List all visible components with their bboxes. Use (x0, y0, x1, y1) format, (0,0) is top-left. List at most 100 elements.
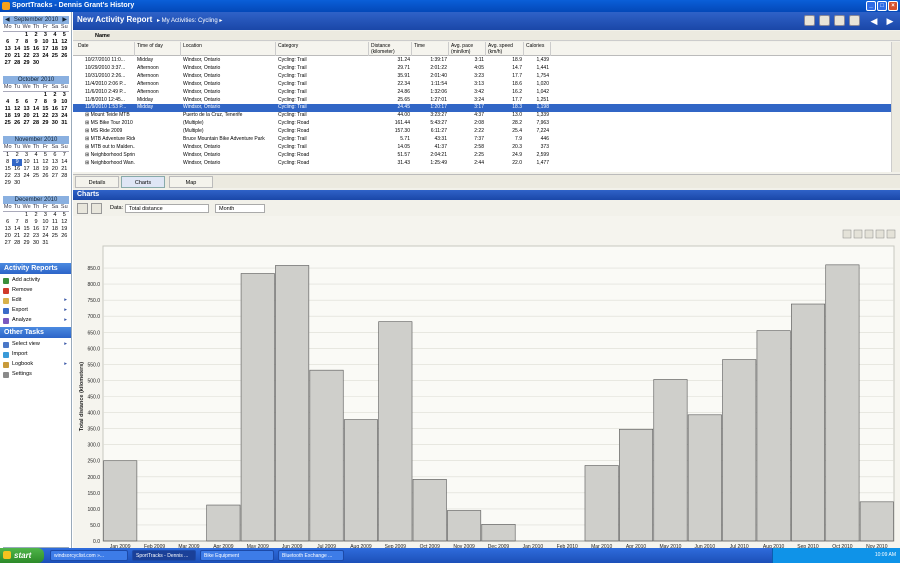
calendar-day[interactable]: 20 (22, 113, 31, 120)
calendar-day[interactable]: 4 (50, 32, 59, 39)
calendar-day[interactable]: 16 (12, 166, 21, 173)
other_tasks-item[interactable]: Logbook ▸ (3, 360, 69, 369)
calendar-day[interactable]: 14 (12, 226, 21, 233)
calendar-day[interactable]: 29 (22, 60, 31, 67)
calendar-day[interactable]: 21 (12, 233, 21, 240)
calendar-day[interactable]: 22 (22, 53, 31, 60)
other-tasks-header[interactable]: Other Tasks (0, 327, 71, 338)
calendar-day[interactable]: 5 (60, 32, 69, 39)
column-header[interactable]: Time of day (135, 42, 181, 56)
calendar-day[interactable]: 16 (31, 46, 40, 53)
activity_reports-item[interactable]: Remove (3, 286, 69, 295)
calendar-day[interactable]: 13 (3, 46, 12, 53)
calendar-day[interactable]: 10 (60, 99, 69, 106)
table-row[interactable]: ⊞ Neighborhood Wan... Windsor, Ontario Cyc… (73, 160, 891, 168)
next-month-arrow-icon[interactable]: ▶ (62, 16, 67, 24)
calendar-day[interactable]: 24 (22, 173, 31, 180)
calendar-day[interactable]: 28 (60, 173, 69, 180)
calendar-day[interactable]: 15 (22, 226, 31, 233)
calendar-day[interactable]: 18 (50, 46, 59, 53)
calendar-day[interactable]: 12 (60, 219, 69, 226)
calendar-day[interactable]: 2 (12, 152, 21, 159)
taskbar-task[interactable]: windsorcyclist.com »... (50, 550, 128, 561)
calendar-day[interactable]: 19 (60, 226, 69, 233)
calendar-day[interactable]: 24 (41, 233, 50, 240)
calendar-day[interactable]: 3 (60, 92, 69, 99)
calendar-day[interactable]: 19 (60, 46, 69, 53)
taskbar-task[interactable]: Bluetooth Exchange ... (278, 550, 344, 561)
table-row[interactable]: ⊞ Neighborhood Sprin... Windsor, Ontario C… (73, 152, 891, 160)
table-row[interactable]: 10/29/2010 3:37... Afternoon Windsor, Onta… (73, 65, 891, 73)
calendar-day[interactable]: 27 (50, 173, 59, 180)
table-row[interactable]: ⊞ MS Ride 2009 (Multiple) Cycling: Road 157… (73, 128, 891, 136)
back-arrow-icon[interactable]: ◀ (868, 16, 880, 26)
calendar-day[interactable]: 22 (41, 113, 50, 120)
calendar-day[interactable]: 26 (60, 233, 69, 240)
calendar-day[interactable]: 12 (41, 159, 50, 166)
calendar-day[interactable]: 21 (60, 166, 69, 173)
calendar-day[interactable]: 2 (31, 32, 40, 39)
period-select[interactable]: Month (215, 204, 265, 213)
list-name-label[interactable]: Name (95, 33, 110, 39)
calendar-day[interactable]: 28 (12, 60, 21, 67)
table-row[interactable]: ⊞ Mount Teide MTB Puerto de la Cruz, Tene… (73, 112, 891, 120)
calendar-day[interactable]: 3 (41, 212, 50, 219)
view-icon[interactable] (804, 15, 815, 26)
calendar-day[interactable]: 28 (31, 120, 40, 127)
column-header[interactable]: Avg. speed (km/h) (486, 42, 524, 56)
calendar-day[interactable]: 14 (12, 46, 21, 53)
taskbar-task[interactable]: SportTracks - Dennis ... (132, 550, 196, 561)
calendar-day[interactable]: 5 (60, 212, 69, 219)
calendar-day[interactable]: 13 (50, 159, 59, 166)
calendar-day[interactable]: 4 (50, 212, 59, 219)
calendar-day[interactable]: 27 (22, 120, 31, 127)
table-row[interactable]: ⊞ MTB Adventure Ride Bruce Mountain Bike … (73, 136, 891, 144)
calendar-day[interactable]: 29 (41, 120, 50, 127)
column-header[interactable]: Distance (kilometer) (369, 42, 412, 56)
calendar-day[interactable]: 1 (22, 212, 31, 219)
calendar-day[interactable]: 1 (3, 152, 12, 159)
calendar-day[interactable]: 10 (22, 159, 31, 166)
calendar-day[interactable]: 6 (50, 152, 59, 159)
chart-tool-icon[interactable] (886, 229, 896, 239)
calendar-day[interactable]: 8 (22, 39, 31, 46)
taskbar-task[interactable]: Bike Equipment (200, 550, 274, 561)
calendar-day[interactable]: 8 (41, 99, 50, 106)
calendar-day[interactable]: 25 (3, 120, 12, 127)
calendar-day[interactable]: 5 (12, 99, 21, 106)
calendar-day[interactable]: 3 (41, 32, 50, 39)
calendar-day[interactable]: 30 (31, 240, 40, 247)
calendar-day[interactable]: 13 (22, 106, 31, 113)
tab-charts[interactable]: Charts (121, 176, 165, 188)
calendar-day[interactable]: 11 (3, 106, 12, 113)
calendar-day[interactable]: 11 (50, 39, 59, 46)
calendar-day[interactable]: 20 (3, 233, 12, 240)
calendar-day[interactable]: 31 (60, 120, 69, 127)
activity_reports-item[interactable]: Edit ▸ (3, 296, 69, 305)
calendar-day[interactable]: 18 (3, 113, 12, 120)
calendar-day[interactable]: 16 (31, 226, 40, 233)
prev-month-arrow-icon[interactable]: ◀ (5, 16, 10, 24)
calendar-day[interactable]: 31 (41, 240, 50, 247)
other_tasks-item[interactable]: Settings (3, 370, 69, 379)
column-header[interactable]: Avg. pace (min/km) (449, 42, 486, 56)
calendar-day[interactable]: 21 (31, 113, 40, 120)
calendar-day[interactable]: 19 (12, 113, 21, 120)
equipment-icon[interactable] (819, 15, 830, 26)
calendar-day[interactable]: 9 (12, 159, 22, 166)
calendar-day[interactable]: 23 (50, 113, 59, 120)
logbook-icon[interactable] (849, 15, 860, 26)
calendar-day[interactable]: 23 (31, 53, 40, 60)
calendar-day[interactable]: 7 (31, 99, 40, 106)
calendar-day[interactable]: 4 (31, 152, 40, 159)
table-row[interactable]: ⊞ MTB out to Malden... Windsor, Ontario Cy… (73, 144, 891, 152)
calendar-day[interactable]: 9 (31, 39, 40, 46)
calendar-day[interactable]: 30 (12, 180, 21, 187)
calendar-day[interactable]: 10 (41, 39, 50, 46)
table-row[interactable]: 11/4/2010 2:06 P... Afternoon Windsor, Ont… (73, 81, 891, 89)
other_tasks-item[interactable]: Import (3, 350, 69, 359)
calendar-day[interactable]: 2 (50, 92, 59, 99)
calendar-day[interactable]: 26 (60, 53, 69, 60)
athlete-icon[interactable] (834, 15, 845, 26)
calendar-day[interactable]: 28 (12, 240, 21, 247)
